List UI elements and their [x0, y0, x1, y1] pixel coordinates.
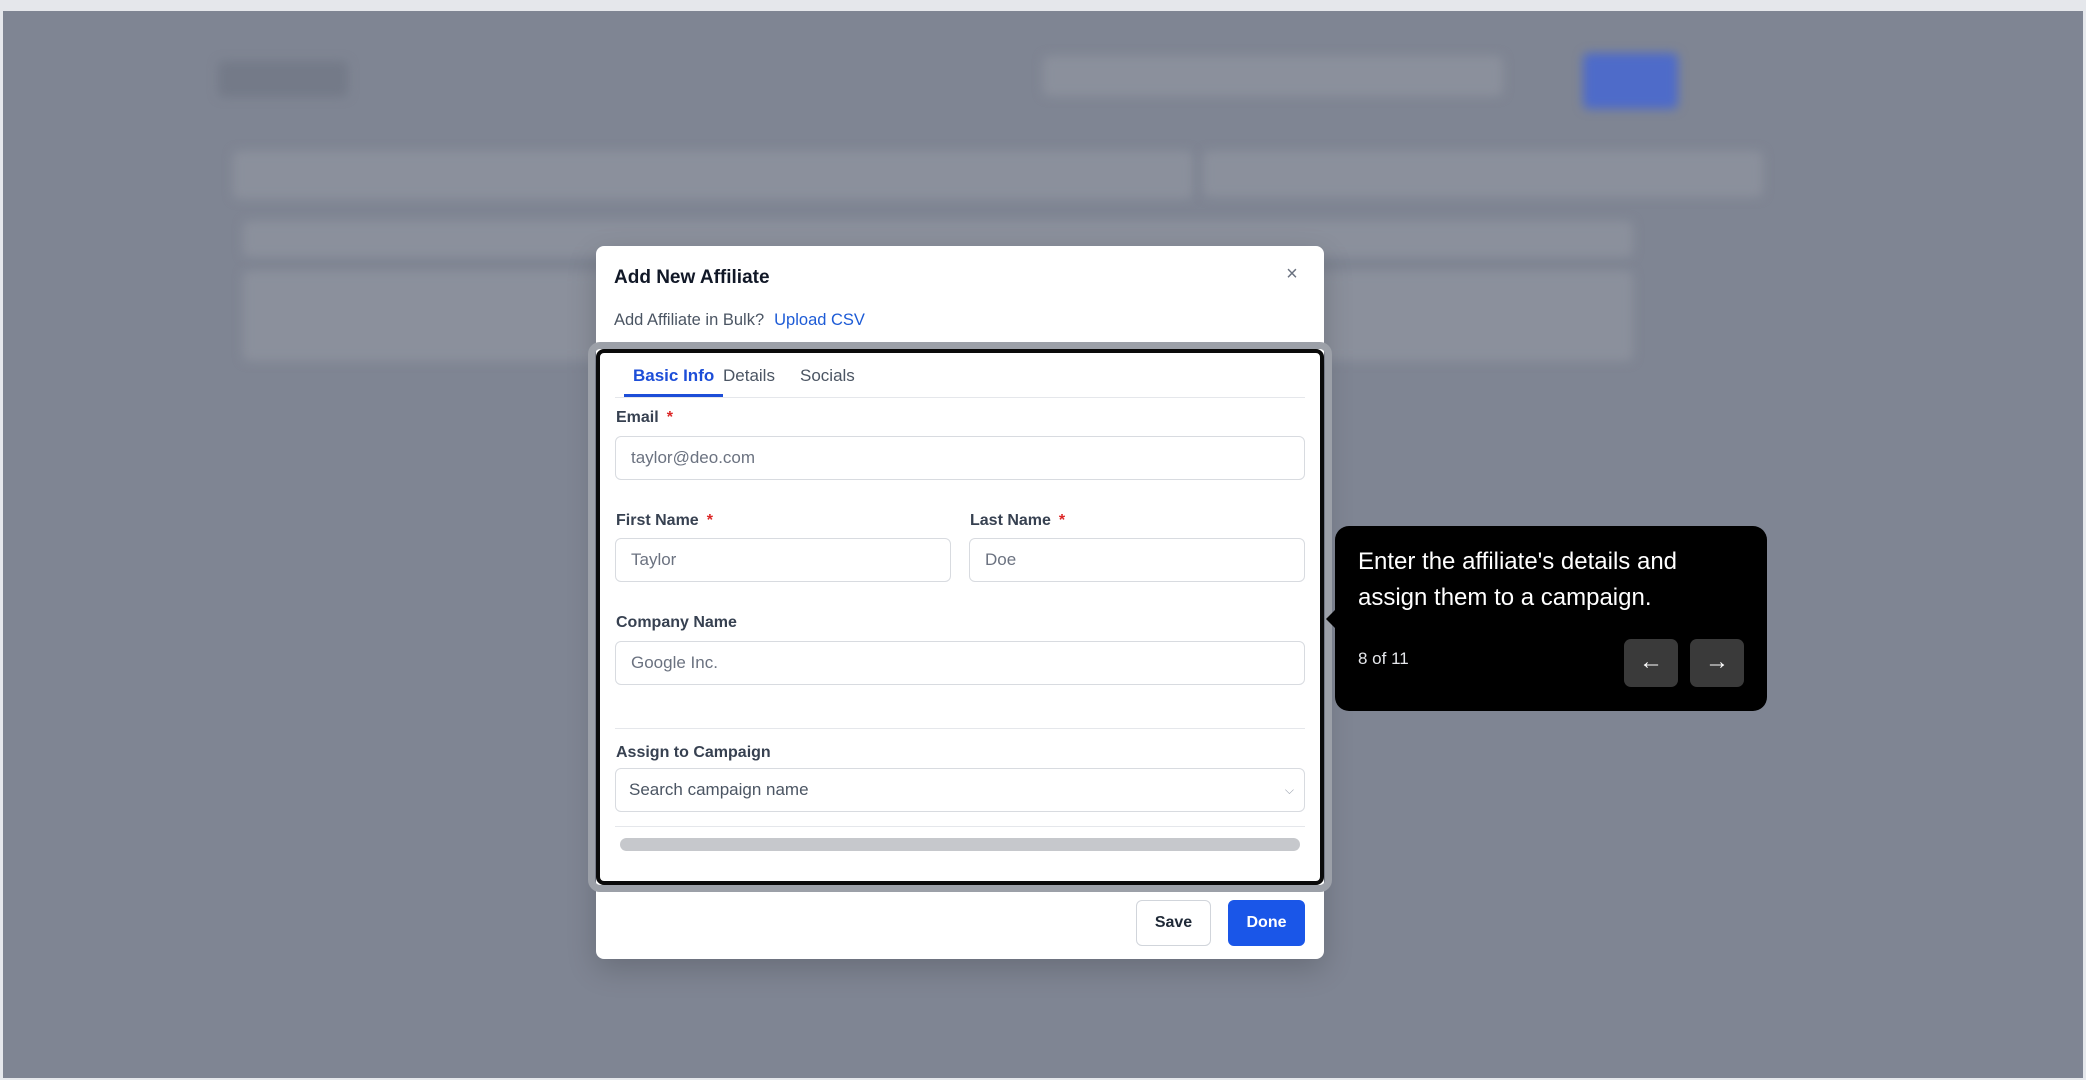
- horizontal-scrollbar[interactable]: [620, 838, 1300, 851]
- bulk-upload-row: Add Affiliate in Bulk? Upload CSV: [614, 311, 865, 330]
- chevron-down-icon: ⌵: [1284, 783, 1294, 797]
- required-mark: *: [666, 409, 673, 426]
- campaign-select[interactable]: Search campaign name ⌵: [615, 768, 1305, 812]
- modal-title: Add New Affiliate: [614, 267, 770, 288]
- add-affiliate-modal: Add New Affiliate × Add Affiliate in Bul…: [588, 246, 1332, 959]
- required-mark: *: [1058, 512, 1066, 529]
- tab-basic-info[interactable]: Basic Info: [624, 359, 724, 397]
- upload-csv-link[interactable]: Upload CSV: [774, 311, 865, 329]
- company-name-input[interactable]: [615, 641, 1305, 685]
- background-filters: [1203, 151, 1763, 197]
- background-search-bar: [233, 151, 1193, 199]
- arrow-left-icon: ←: [1639, 648, 1663, 675]
- save-button[interactable]: Save: [1136, 900, 1211, 946]
- done-button[interactable]: Done: [1228, 900, 1305, 946]
- company-name-label: Company Name: [616, 614, 737, 631]
- close-icon[interactable]: ×: [1280, 262, 1304, 286]
- background-primary-button: [1583, 53, 1678, 109]
- form-tabs: Basic Info Details Socials: [615, 359, 1305, 398]
- email-label-text: Email: [616, 409, 659, 426]
- tour-prev-button[interactable]: ←: [1624, 639, 1678, 687]
- last-name-label-text: Last Name: [970, 512, 1051, 529]
- last-name-label: Last Name *: [970, 512, 1065, 530]
- first-name-label-text: First Name: [616, 512, 699, 529]
- tour-step-counter: 8 of 11: [1358, 649, 1409, 668]
- scroll-area-border: [615, 826, 1305, 827]
- email-input[interactable]: [615, 436, 1305, 480]
- first-name-input[interactable]: [615, 538, 951, 582]
- background-logo: [218, 61, 348, 97]
- first-name-label: First Name *: [616, 512, 713, 530]
- tour-next-button[interactable]: →: [1690, 639, 1744, 687]
- email-label: Email *: [616, 409, 673, 427]
- last-name-input[interactable]: [969, 538, 1305, 582]
- tab-details[interactable]: Details: [723, 359, 775, 397]
- campaign-select-placeholder: Search campaign name: [629, 780, 809, 799]
- tour-tooltip-text: Enter the affiliate's details and assign…: [1358, 548, 1678, 611]
- tab-socials[interactable]: Socials: [800, 359, 855, 397]
- required-mark: *: [706, 512, 713, 529]
- bulk-prompt-text: Add Affiliate in Bulk?: [614, 311, 765, 329]
- affiliate-form-panel: Basic Info Details Socials Email * First …: [596, 349, 1324, 885]
- background-nav: [1043, 56, 1503, 96]
- section-divider: [615, 728, 1305, 729]
- tour-tooltip: Enter the affiliate's details and assign…: [1326, 526, 1767, 711]
- arrow-right-icon: →: [1705, 648, 1729, 675]
- browser-top-strip: [0, 0, 2086, 11]
- campaign-label: Assign to Campaign: [616, 744, 771, 761]
